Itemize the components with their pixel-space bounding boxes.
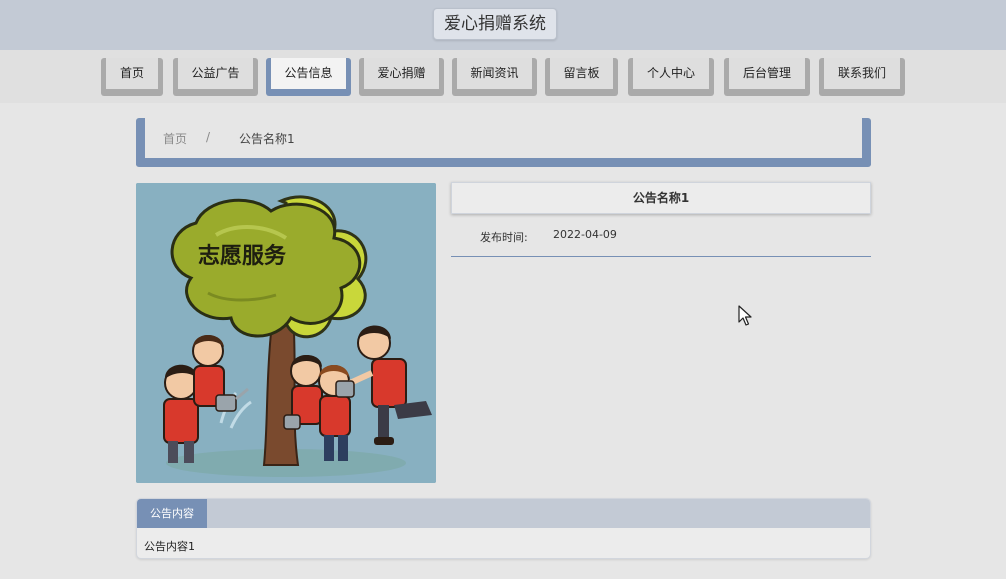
nav-item-label: 公告信息 xyxy=(271,58,346,89)
nav-item-label: 首页 xyxy=(106,58,158,89)
breadcrumb-current: 公告名称1 xyxy=(239,132,295,146)
nav-item-admin[interactable]: 后台管理 xyxy=(724,58,810,96)
breadcrumb: 首页 / 公告名称1 xyxy=(136,118,871,167)
nav-item-news[interactable]: 新闻资讯 xyxy=(452,58,537,96)
tab-notice-content[interactable]: 公告内容 xyxy=(137,499,207,528)
notice-image: 志愿服务 xyxy=(136,183,436,483)
nav-item-public-ads[interactable]: 公益广告 xyxy=(173,58,258,96)
nav-item-notices[interactable]: 公告信息 xyxy=(266,58,351,96)
main-nav: 首页 公益广告 公告信息 爱心捐赠 新闻资讯 留言板 个人中心 后台管理 联系我… xyxy=(0,50,1006,103)
nav-item-label: 留言板 xyxy=(550,58,613,89)
nav-item-home[interactable]: 首页 xyxy=(101,58,163,96)
nav-item-label: 新闻资讯 xyxy=(457,58,532,89)
nav-item-label: 公益广告 xyxy=(178,58,253,89)
nav-item-label: 联系我们 xyxy=(824,58,900,89)
mouse-cursor-icon xyxy=(738,305,752,326)
publish-time-label: 发布时间: xyxy=(480,231,528,244)
nav-item-label: 个人中心 xyxy=(633,58,709,89)
nav-item-message-board[interactable]: 留言板 xyxy=(545,58,618,96)
breadcrumb-home-link[interactable]: 首页 xyxy=(163,130,187,147)
notice-content-text: 公告内容1 xyxy=(144,540,195,553)
breadcrumb-separator: / xyxy=(206,130,211,144)
detail-divider xyxy=(451,256,871,257)
nav-item-user-center[interactable]: 个人中心 xyxy=(628,58,714,96)
nav-item-label: 爱心捐赠 xyxy=(364,58,439,89)
content-panel: 公告内容 公告内容1 xyxy=(136,498,871,559)
nav-item-label: 后台管理 xyxy=(729,58,805,89)
header-bar: 爱心捐赠系统 xyxy=(0,0,1006,50)
image-caption: 志愿服务 xyxy=(198,244,287,269)
site-title: 爱心捐赠系统 xyxy=(433,8,557,40)
publish-time-value: 2022-04-09 xyxy=(553,228,617,241)
content-tabbar: 公告内容 xyxy=(137,499,870,528)
notice-title: 公告名称1 xyxy=(451,182,871,214)
nav-item-contact[interactable]: 联系我们 xyxy=(819,58,905,96)
nav-item-donation[interactable]: 爱心捐赠 xyxy=(359,58,444,96)
